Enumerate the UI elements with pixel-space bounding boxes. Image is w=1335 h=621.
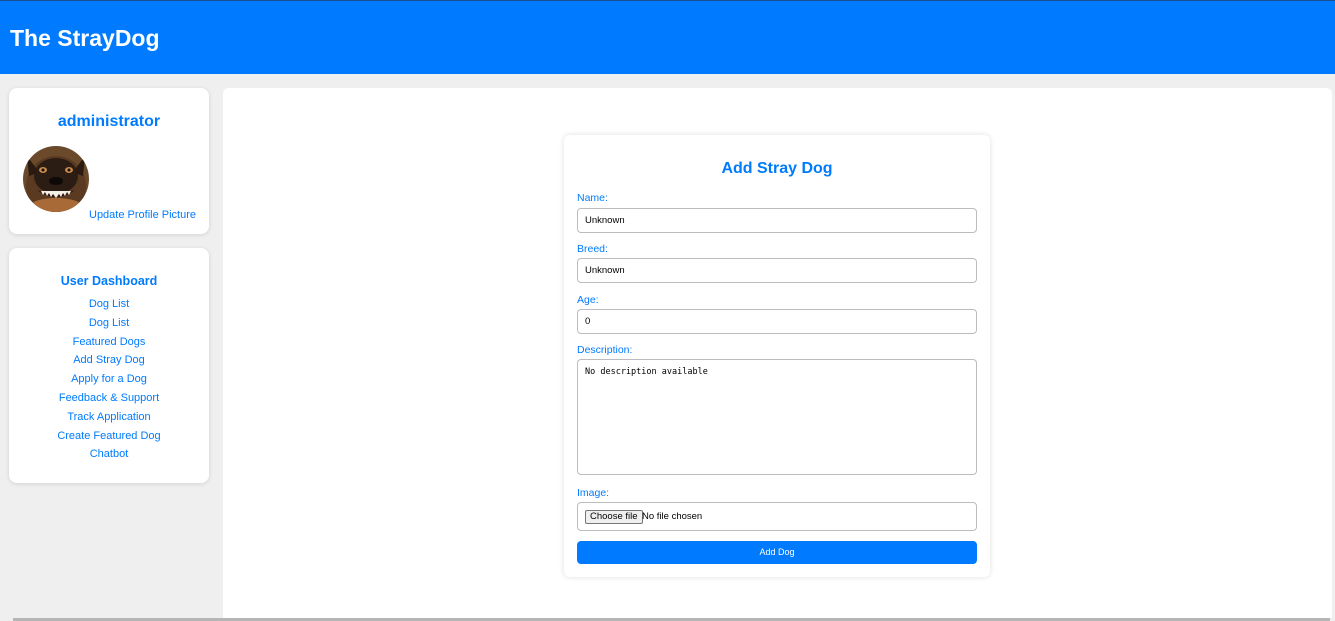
dog-avatar-icon (23, 146, 89, 212)
nav-item-track-application[interactable]: Track Application (9, 410, 209, 429)
age-label: Age: (577, 294, 599, 306)
app-title: The StrayDog (10, 25, 160, 51)
app-header: The StrayDog (0, 0, 1335, 74)
breed-input[interactable] (577, 258, 977, 283)
nav-item-create-featured-dog[interactable]: Create Featured Dog (9, 429, 209, 448)
add-dog-form: Add Stray Dog Name: Breed: Age: Descript… (564, 135, 990, 577)
update-profile-picture-link[interactable]: Update Profile Picture (89, 209, 196, 221)
file-status-text: No file chosen (642, 511, 703, 522)
nav-item-chatbot[interactable]: Chatbot (9, 447, 209, 466)
breed-label: Breed: (577, 243, 608, 255)
description-textarea[interactable]: No description available (577, 359, 977, 475)
nav-item-add-stray-dog[interactable]: Add Stray Dog (9, 353, 209, 372)
nav-item-dog-list[interactable]: Dog List (9, 297, 209, 316)
profile-username: administrator (57, 113, 161, 130)
name-label: Name: (577, 192, 608, 204)
add-dog-button[interactable]: Add Dog (577, 541, 977, 564)
dashboard-title: User Dashboard (60, 274, 158, 288)
description-label: Description: (577, 344, 633, 356)
choose-file-button[interactable]: Choose file (585, 510, 643, 524)
nav-item-dog-list-2[interactable]: Dog List (9, 316, 209, 335)
profile-card: administrator Update Profile Picture (9, 88, 209, 234)
age-input[interactable] (577, 309, 977, 334)
dashboard-nav: Dog List Dog List Featured Dogs Add Stra… (9, 297, 209, 466)
nav-item-featured-dogs[interactable]: Featured Dogs (9, 335, 209, 354)
nav-item-apply-for-dog[interactable]: Apply for a Dog (9, 372, 209, 391)
form-title: Add Stray Dog (721, 160, 833, 177)
image-file-input: Choose file No file chosen (577, 502, 977, 531)
nav-item-feedback-support[interactable]: Feedback & Support (9, 391, 209, 410)
image-label: Image: (577, 487, 610, 499)
avatar (23, 146, 89, 212)
user-dashboard-card: User Dashboard Dog List Dog List Feature… (9, 248, 209, 483)
name-input[interactable] (577, 208, 977, 233)
